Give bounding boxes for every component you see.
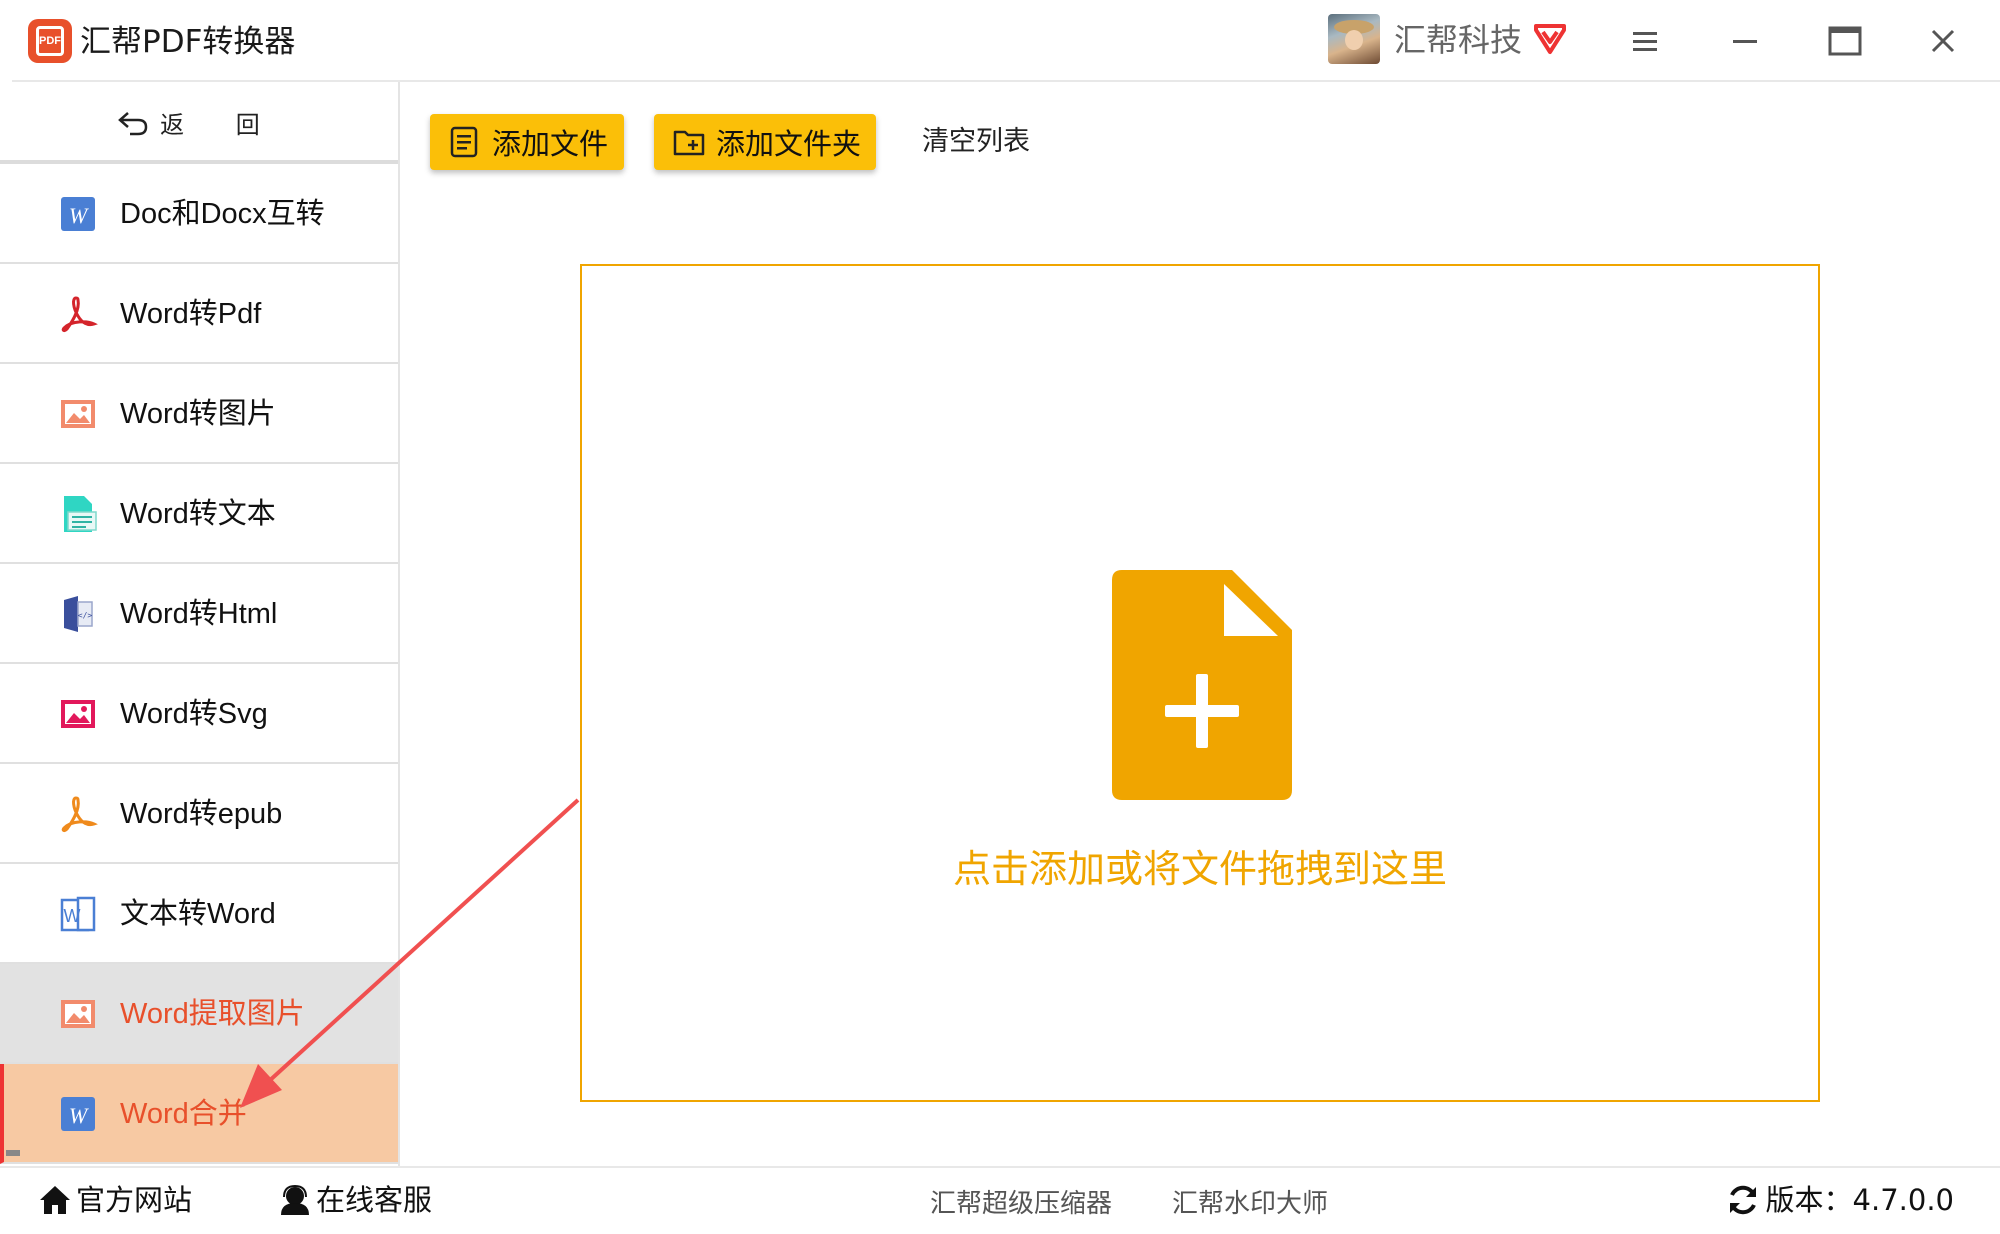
sidebar-item-word-extract-image[interactable]: Word提取图片 xyxy=(0,964,398,1064)
svg-text:W: W xyxy=(69,203,89,228)
sidebar-item-label: Word转Svg xyxy=(120,698,268,730)
version-info: 版本：4.7.0.0 xyxy=(1726,1180,1954,1220)
sidebar-item-doc-docx[interactable]: W Doc和Docx互转 xyxy=(0,164,398,264)
back-button[interactable]: 返 回 xyxy=(0,82,398,162)
sidebar-item-label: Word转epub xyxy=(120,798,283,830)
word-icon: W xyxy=(61,1097,95,1131)
clear-list-button[interactable]: 清空列表 xyxy=(922,122,1030,162)
pdf-acrobat-icon xyxy=(61,296,98,333)
add-folder-icon xyxy=(673,130,705,156)
refresh-icon[interactable] xyxy=(1726,1183,1760,1217)
sidebar-item-word-text[interactable]: Word转文本 xyxy=(0,464,398,564)
close-icon[interactable] xyxy=(1918,16,1968,66)
menu-icon[interactable] xyxy=(1620,16,1670,66)
svg-text:W: W xyxy=(64,906,81,926)
add-document-icon xyxy=(1112,570,1292,800)
sidebar-item-word-merge[interactable]: W Word合并 xyxy=(0,1064,398,1164)
compressor-link[interactable]: 汇帮超级压缩器 xyxy=(930,1184,1112,1224)
back-arrow-icon xyxy=(118,112,148,136)
watermark-link[interactable]: 汇帮水印大师 xyxy=(1172,1184,1328,1224)
epub-icon xyxy=(61,796,98,833)
user-name[interactable]: 汇帮科技 xyxy=(1394,18,1522,62)
sidebar-item-word-svg[interactable]: Word转Svg xyxy=(0,664,398,764)
app-logo-text: PDF xyxy=(36,26,64,56)
customer-service-icon xyxy=(281,1184,309,1215)
text-to-word-icon: W xyxy=(60,896,96,932)
add-folder-label: 添加文件夹 xyxy=(716,127,862,161)
html-icon: </> xyxy=(64,596,93,632)
minimize-icon[interactable] xyxy=(1720,16,1770,66)
image-icon xyxy=(61,1000,95,1028)
sidebar-item-label: Word合并 xyxy=(120,1098,247,1130)
app-logo-icon: PDF xyxy=(28,19,72,63)
diamond-icon[interactable] xyxy=(1530,18,1570,58)
sidebar-scrollbar[interactable] xyxy=(6,1150,20,1156)
sidebar-item-word-pdf[interactable]: Word转Pdf xyxy=(0,264,398,364)
app-title: 汇帮PDF转换器 xyxy=(80,24,296,60)
maximize-icon[interactable] xyxy=(1820,16,1870,66)
file-drop-zone[interactable]: 点击添加或将文件拖拽到这里 xyxy=(580,264,1820,1102)
title-bar: PDF 汇帮PDF转换器 汇帮科技 xyxy=(0,0,2000,82)
home-icon xyxy=(40,1186,70,1214)
back-label: 返 回 xyxy=(160,110,282,139)
add-file-icon xyxy=(450,126,478,158)
word-icon: W xyxy=(61,197,95,231)
svg-image-icon xyxy=(61,700,95,728)
online-support-link[interactable]: 在线客服 xyxy=(278,1180,432,1220)
sidebar-menu: W Doc和Docx互转 Word转Pdf Word转图片 Word转文本 </… xyxy=(0,164,398,1164)
sidebar-item-word-html[interactable]: </> Word转Html xyxy=(0,564,398,664)
image-icon xyxy=(61,400,95,428)
text-doc-icon xyxy=(64,496,97,532)
add-file-label: 添加文件 xyxy=(492,127,609,161)
sidebar-item-label: Word转Pdf xyxy=(120,298,262,330)
online-support-label: 在线客服 xyxy=(316,1183,433,1217)
avatar[interactable] xyxy=(1328,14,1380,64)
sidebar-item-word-image[interactable]: Word转图片 xyxy=(0,364,398,464)
sidebar-item-label: Word转文本 xyxy=(120,498,276,530)
add-file-button[interactable]: 添加文件 xyxy=(430,114,624,170)
sidebar-item-label: Word转Html xyxy=(120,598,278,630)
svg-text:W: W xyxy=(69,1103,89,1128)
svg-text:</>: </> xyxy=(78,611,93,620)
drop-zone-hint: 点击添加或将文件拖拽到这里 xyxy=(952,847,1447,891)
footer-bar: 官方网站 在线客服 汇帮超级压缩器 汇帮水印大师 版本：4.7.0.0 xyxy=(0,1166,2000,1234)
add-folder-button[interactable]: 添加文件夹 xyxy=(654,114,876,170)
sidebar-item-text-word[interactable]: W 文本转Word xyxy=(0,864,398,964)
sidebar-item-label: 文本转Word xyxy=(120,898,276,930)
official-website-label: 官方网站 xyxy=(76,1183,193,1217)
version-label: 版本：4.7.0.0 xyxy=(1765,1183,1954,1217)
official-website-link[interactable]: 官方网站 xyxy=(38,1180,192,1220)
sidebar: 返 回 W Doc和Docx互转 Word转Pdf Word转图片 Word转文… xyxy=(0,82,400,1166)
sidebar-item-label: Word转图片 xyxy=(120,398,276,430)
sidebar-item-word-epub[interactable]: Word转epub xyxy=(0,764,398,864)
sidebar-item-label: Doc和Docx互转 xyxy=(120,198,325,230)
sidebar-item-label: Word提取图片 xyxy=(120,998,305,1030)
app-window: PDF 汇帮PDF转换器 汇帮科技 返 回 W Doc和Docx互转 Word转… xyxy=(0,0,2000,1234)
